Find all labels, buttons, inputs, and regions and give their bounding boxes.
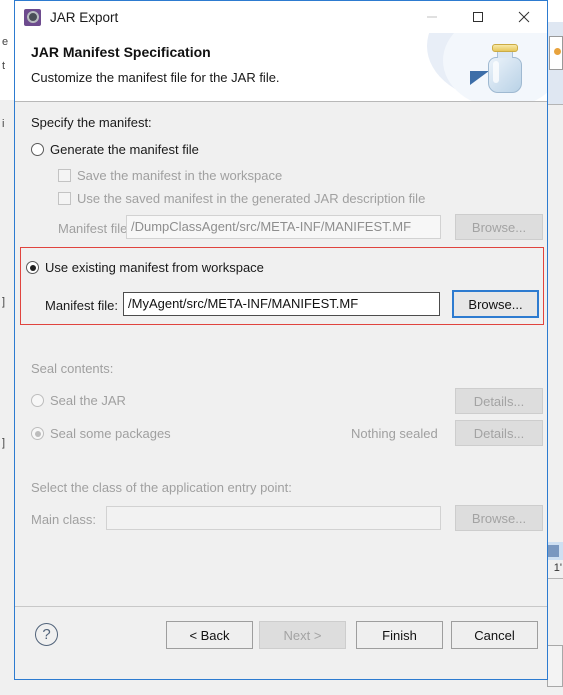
window-title: JAR Export [50,9,119,25]
finish-button[interactable]: Finish [356,621,443,649]
radio-use-existing-manifest-label: Use existing manifest from workspace [45,260,264,275]
checkbox-save-manifest-label: Save the manifest in the workspace [77,168,283,183]
seal-packages-details-button[interactable]: Details... [455,420,543,446]
background-right-box-2 [547,645,563,687]
checkbox-save-manifest-indicator [58,169,71,182]
jar-highlight [493,61,499,83]
dialog-banner: JAR Manifest Specification Customize the… [15,33,547,102]
background-save-icon [548,545,559,557]
radio-seal-the-jar-label: Seal the JAR [50,393,126,408]
radio-generate-manifest-indicator [31,143,44,156]
page-title: JAR Manifest Specification [31,44,211,60]
generate-manifest-file-label: Manifest file: [58,221,131,236]
main-class-browse-button[interactable]: Browse... [455,505,543,531]
radio-seal-the-jar[interactable]: Seal the JAR [31,393,126,408]
checkbox-use-saved-manifest-indicator [58,192,71,205]
close-icon[interactable] [501,1,547,33]
background-right-label: 1' [553,562,562,574]
radio-seal-some-packages-indicator [31,427,44,440]
main-class-label: Main class: [31,512,97,527]
background-right-dot-icon [554,48,561,55]
generate-manifest-browse-button[interactable]: Browse... [455,214,543,240]
back-button[interactable]: < Back [166,621,253,649]
entry-point-group-label: Select the class of the application entr… [31,480,292,495]
help-icon[interactable]: ? [35,623,58,646]
seal-group-label: Seal contents: [31,361,114,376]
dialog-footer: ? < Back Next > Finish Cancel [15,606,547,679]
jar-neck [497,52,513,58]
dialog-content: Specify the manifest: Generate the manif… [15,102,547,606]
radio-use-existing-manifest[interactable]: Use existing manifest from workspace [26,260,264,275]
main-class-input[interactable] [106,506,441,530]
checkbox-use-saved-manifest[interactable]: Use the saved manifest in the generated … [58,191,425,206]
minimize-icon[interactable] [409,1,455,33]
background-left-snippet-5: ] [2,437,6,449]
radio-seal-some-packages[interactable]: Seal some packages [31,426,171,441]
dialog-titlebar[interactable]: JAR Export [15,1,547,33]
gear-icon [26,11,39,23]
next-button[interactable]: Next > [259,621,346,649]
radio-seal-some-packages-label: Seal some packages [50,426,171,441]
background-left-snippet-3: i [2,118,5,130]
radio-use-existing-manifest-indicator [26,261,39,274]
screen: 1' e t i ] ] JAR Export JAR Manifest Spe… [0,0,563,695]
checkbox-use-saved-manifest-label: Use the saved manifest in the generated … [77,191,426,206]
radio-generate-manifest-label: Generate the manifest file [50,142,199,157]
seal-packages-status: Nothing sealed [351,426,438,441]
jar-lid [492,44,518,52]
background-left-snippet-2: t [2,60,6,72]
radio-generate-manifest[interactable]: Generate the manifest file [31,142,199,157]
seal-jar-details-button[interactable]: Details... [455,388,543,414]
existing-manifest-file-label: Manifest file: [45,298,118,313]
checkbox-save-manifest[interactable]: Save the manifest in the workspace [58,168,282,183]
existing-manifest-browse-button[interactable]: Browse... [452,290,539,318]
background-left-snippet-4: ] [2,296,6,308]
jar-export-dialog: JAR Export JAR Manifest Specification Cu… [14,0,548,680]
existing-manifest-file-input[interactable]: /MyAgent/src/META-INF/MANIFEST.MF [123,292,440,316]
window-controls [409,1,547,33]
manifest-group-label: Specify the manifest: [31,115,152,130]
generate-manifest-file-input[interactable]: /DumpClassAgent/src/META-INF/MANIFEST.MF [126,215,441,239]
radio-seal-the-jar-indicator [31,394,44,407]
jar-bottle-icon [487,44,523,93]
background-left-snippet-1: e [2,36,9,48]
page-subtitle: Customize the manifest file for the JAR … [31,70,280,85]
maximize-icon[interactable] [455,1,501,33]
cancel-button[interactable]: Cancel [451,621,538,649]
jar-export-icon [24,8,41,26]
